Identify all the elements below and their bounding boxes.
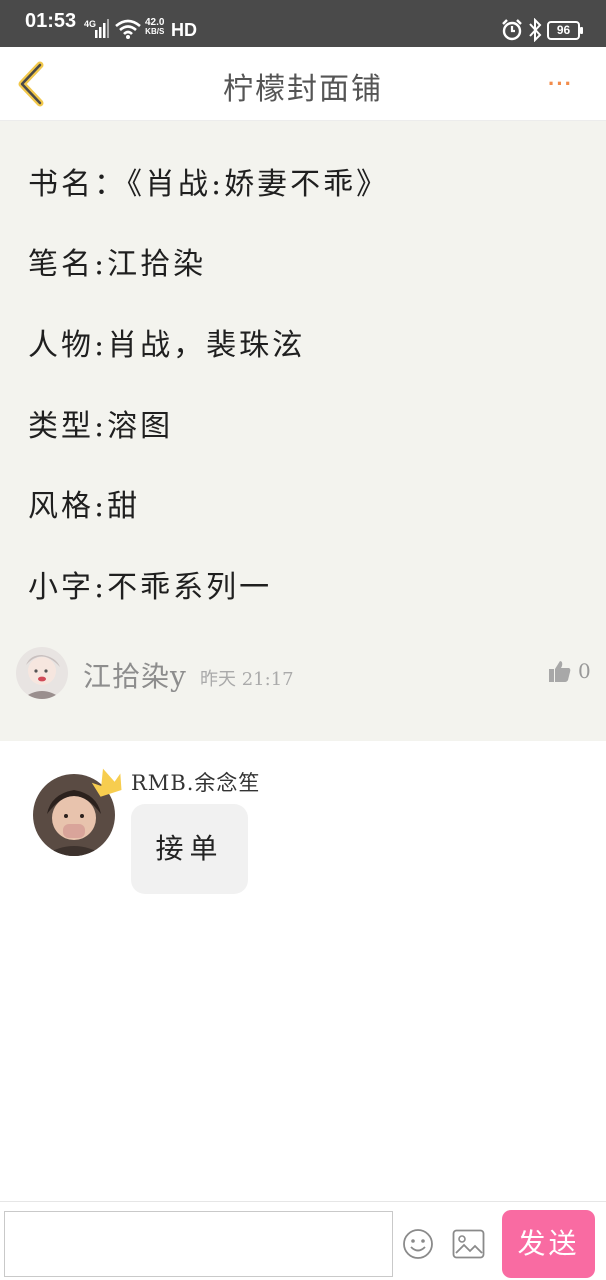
thumbs-up-icon[interactable] (548, 659, 572, 683)
author-avatar-image (16, 647, 68, 699)
post-timestamp: 昨天 21:17 (200, 669, 294, 690)
net-speed-value: 42.0 (145, 17, 165, 28)
nav-bar: 柠檬封面铺 ··· (0, 47, 606, 121)
battery-indicator: 96 (547, 21, 583, 40)
status-bar: 01:53 4G 42.0 KB/S HD 96 (0, 0, 606, 47)
page-title: 柠檬封面铺 (223, 72, 383, 107)
post-line-pen-name: 笔名:江拾染 (28, 247, 207, 282)
reply-username[interactable]: RMB.余念笙 (131, 767, 260, 797)
emoji-icon[interactable] (402, 1228, 434, 1260)
bluetooth-icon (529, 18, 542, 42)
author-name[interactable]: 江拾染y (83, 655, 187, 695)
post-line-style: 风格:甜 (28, 489, 141, 524)
hd-indicator: HD (171, 20, 197, 40)
post-card: 书名：《肖战:娇妻不乖》 笔名:江拾染 人物:肖战，裴珠泫 类型:溶图 风格:甜… (0, 121, 606, 741)
comment-input[interactable] (4, 1211, 393, 1277)
net-speed: 42.0 KB/S (145, 17, 165, 37)
signal-icon (95, 19, 109, 38)
more-menu-button[interactable]: ··· (548, 71, 588, 96)
alarm-icon (502, 19, 522, 41)
post-line-small-text: 小字:不乖系列一 (28, 570, 273, 605)
reply-item: RMB.余念笙 接单 (0, 741, 606, 1201)
author-avatar[interactable] (16, 647, 68, 699)
post-line-book-title: 书名：《肖战:娇妻不乖》 (28, 167, 390, 202)
post-line-characters: 人物:肖战，裴珠泫 (28, 328, 306, 363)
send-button[interactable]: 发送 (502, 1210, 595, 1278)
crown-icon (91, 768, 122, 797)
reply-message-bubble: 接单 (131, 804, 248, 894)
post-line-type: 类型:溶图 (28, 409, 174, 444)
status-time: 01:53 (25, 10, 77, 32)
like-count: 0 (578, 659, 591, 683)
net-speed-unit: KB/S (145, 27, 165, 36)
comment-input-bar: 发送 (0, 1201, 606, 1280)
wifi-icon (115, 19, 141, 39)
image-icon[interactable] (452, 1229, 485, 1259)
